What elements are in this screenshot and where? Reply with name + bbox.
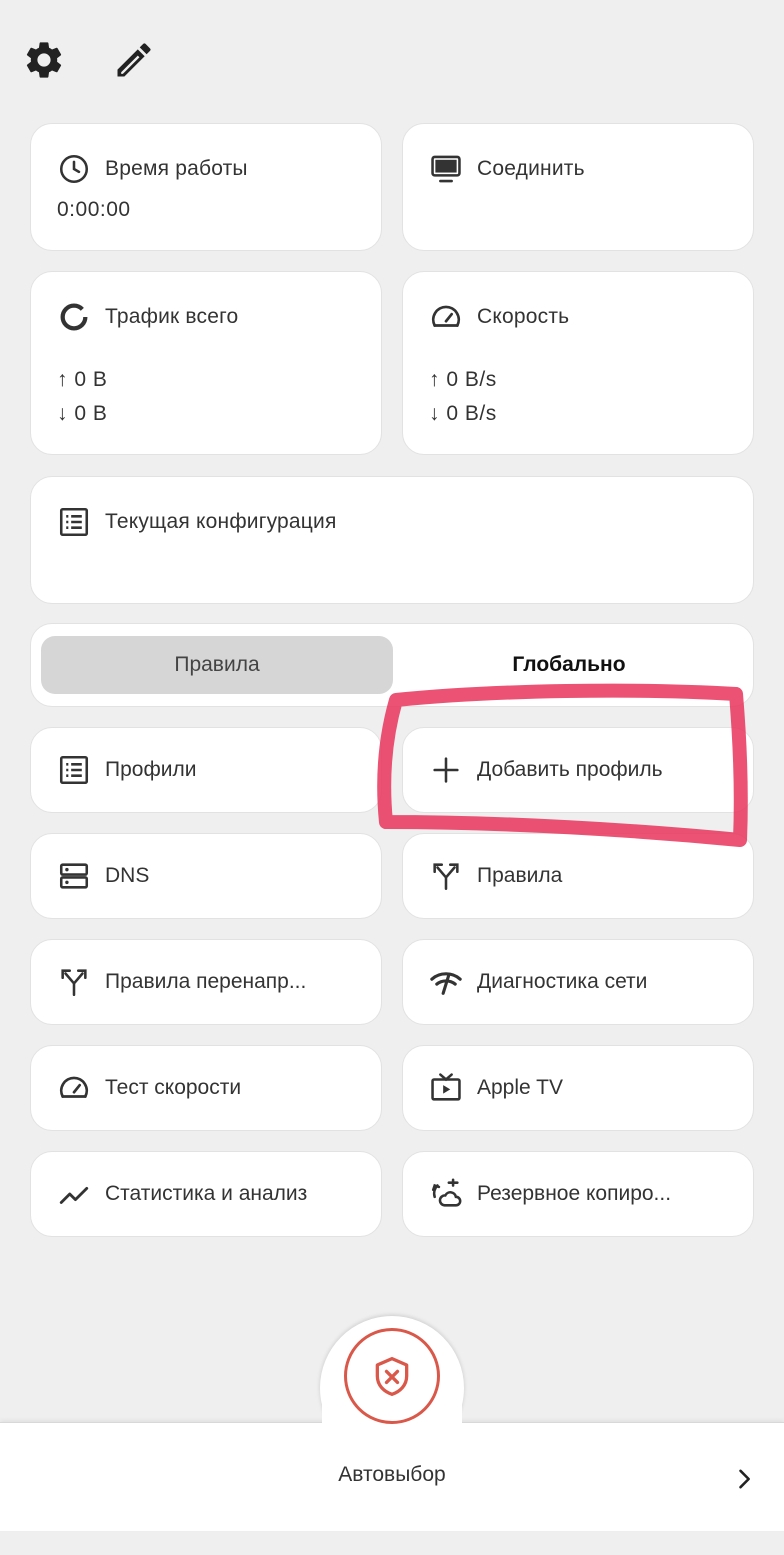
donut-chart-icon <box>60 303 88 331</box>
profiles-tile[interactable]: Профили <box>30 727 382 813</box>
network-diagnostics-label: Диагностика сети <box>477 970 648 993</box>
shield-x-icon <box>375 1356 409 1396</box>
traffic-card: Трафик всего ↑ 0 B ↓ 0 B <box>30 271 382 455</box>
statistics-label: Статистика и анализ <box>105 1182 308 1205</box>
settings-button[interactable] <box>22 38 66 82</box>
connect-toggle-button[interactable] <box>344 1328 440 1424</box>
uptime-value: 0:00:00 <box>57 198 131 221</box>
speed-download: ↓ 0 B/s <box>429 402 497 425</box>
connect-card[interactable]: Соединить <box>402 123 754 251</box>
cloud-sync-icon <box>431 1178 462 1207</box>
uptime-title: Время работы <box>105 157 248 180</box>
dns-label: DNS <box>105 864 150 887</box>
highlight-marker-annotation <box>377 683 748 847</box>
gear-icon <box>26 42 62 78</box>
chevron-right-icon <box>739 1469 750 1489</box>
speed-upload: ↑ 0 B/s <box>429 368 497 391</box>
trending-icon <box>59 1186 89 1204</box>
speed-card: Скорость ↑ 0 B/s ↓ 0 B/s <box>402 271 754 455</box>
pencil-icon <box>117 43 151 77</box>
fork-arrows-icon <box>433 863 459 891</box>
traffic-title: Трафик всего <box>105 305 239 328</box>
tv-icon <box>431 1073 461 1101</box>
traffic-download: ↓ 0 B <box>57 402 108 425</box>
list-icon <box>59 507 89 537</box>
network-diagnostics-tile[interactable]: Диагностика сети <box>402 939 754 1025</box>
speedometer-icon <box>431 305 461 327</box>
speed-test-label: Тест скорости <box>105 1076 242 1099</box>
speed-test-tile[interactable]: Тест скорости <box>30 1045 382 1131</box>
apple-tv-label: Apple TV <box>477 1076 563 1099</box>
apple-tv-tile[interactable]: Apple TV <box>402 1045 754 1131</box>
monitor-icon <box>431 155 461 183</box>
connect-title: Соединить <box>477 157 585 180</box>
mode-rules-option[interactable]: Правила <box>41 636 393 694</box>
fork-arrows-icon <box>61 969 87 997</box>
config-title: Текущая конфигурация <box>105 510 337 533</box>
speed-title: Скорость <box>477 305 570 328</box>
traffic-upload: ↑ 0 B <box>57 368 108 391</box>
statistics-tile[interactable]: Статистика и анализ <box>30 1151 382 1237</box>
wifi-check-icon <box>430 972 462 995</box>
backup-tile[interactable]: Резервное копиро... <box>402 1151 754 1237</box>
redirect-rules-tile[interactable]: Правила перенапр... <box>30 939 382 1025</box>
server-icon <box>59 863 89 889</box>
list-icon <box>59 755 89 785</box>
clock-icon <box>59 154 89 184</box>
proxy-selection-label: Автовыбор <box>338 1463 446 1486</box>
edit-button[interactable] <box>112 38 156 82</box>
current-config-card[interactable]: Текущая конфигурация <box>30 476 754 604</box>
dns-tile[interactable]: DNS <box>30 833 382 919</box>
rules-label: Правила <box>477 864 563 887</box>
speedometer-icon <box>59 1076 89 1098</box>
redirect-rules-label: Правила перенапр... <box>105 970 307 993</box>
uptime-card: Время работы 0:00:00 <box>30 123 382 251</box>
backup-label: Резервное копиро... <box>477 1182 672 1205</box>
profiles-label: Профили <box>105 758 197 781</box>
